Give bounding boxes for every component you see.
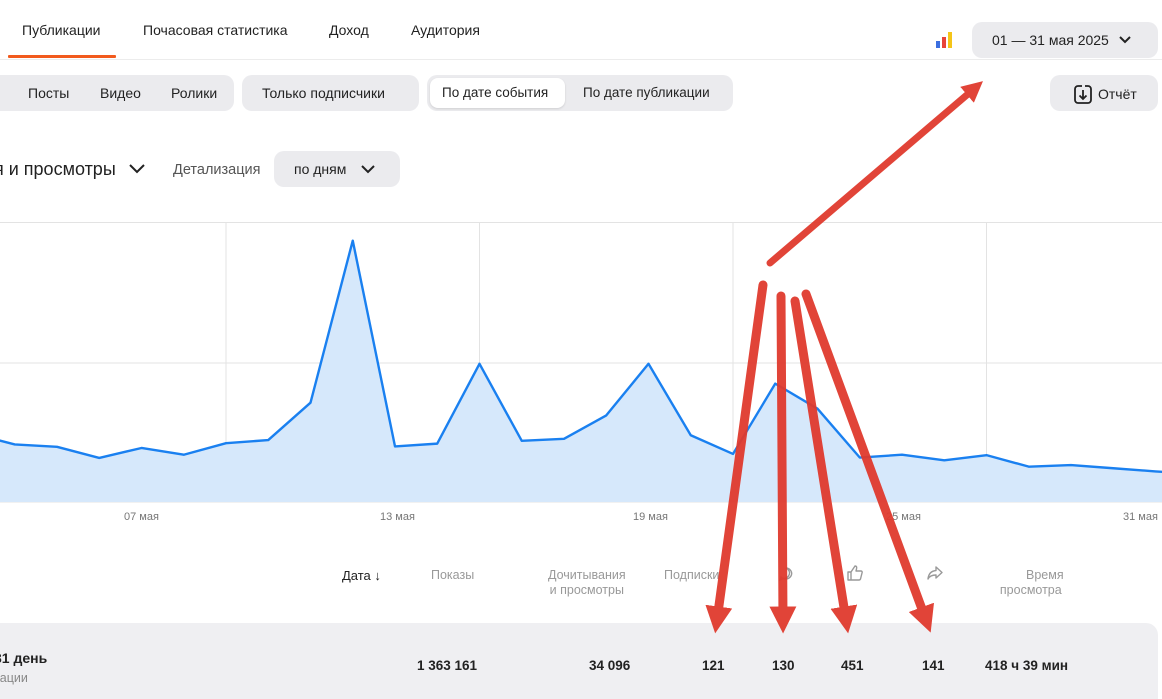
annotation-arrows [705, 81, 983, 634]
